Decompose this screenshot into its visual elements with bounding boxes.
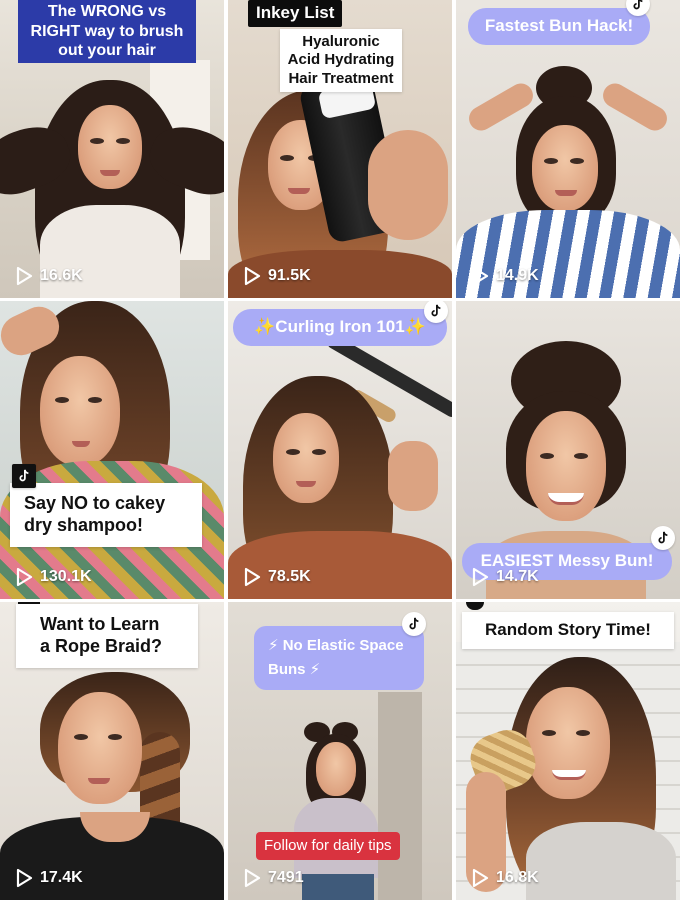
video-tile-8[interactable]: ⚡ No Elastic Space Buns ⚡ Follow for dai…: [228, 602, 452, 900]
video-tile-5[interactable]: ✨Curling Iron 101✨ 78.5K: [228, 301, 452, 599]
video-grid: The WRONG vs RIGHT way to brush out your…: [0, 0, 680, 900]
view-count: 130.1K: [14, 567, 92, 587]
play-icon: [244, 868, 261, 888]
view-count: 16.6K: [14, 266, 83, 286]
play-icon: [16, 868, 33, 888]
video-caption: Inkey List: [248, 0, 343, 27]
video-tile-3[interactable]: Fastest Bun Hack! 14.9K: [456, 0, 680, 298]
video-tile-9[interactable]: Random Story Time! 16.8K: [456, 602, 680, 900]
video-caption: Fastest Bun Hack!: [468, 8, 650, 45]
video-tile-2[interactable]: Inkey List Hyaluronic Acid Hydrating Hai…: [228, 0, 452, 298]
view-count-text: 78.5K: [268, 568, 311, 585]
play-icon: [244, 266, 261, 286]
play-icon: [472, 266, 489, 286]
play-icon: [472, 567, 489, 587]
view-count: 91.5K: [242, 266, 311, 286]
tiktok-logo-icon: [12, 464, 36, 488]
view-count-text: 14.7K: [496, 568, 539, 585]
play-icon: [16, 266, 33, 286]
view-count-text: 130.1K: [40, 568, 92, 585]
view-count-text: 91.5K: [268, 267, 311, 284]
video-tile-6[interactable]: EASIEST Messy Bun! 14.7K: [456, 301, 680, 599]
video-subcaption: Hyaluronic Acid Hydrating Hair Treatment: [280, 29, 402, 92]
tiktok-logo-icon: [651, 526, 675, 550]
play-icon: [244, 567, 261, 587]
view-count-text: 14.9K: [496, 267, 539, 284]
view-count: 14.7K: [470, 567, 539, 587]
video-caption: ⚡ No Elastic Space Buns ⚡: [254, 626, 424, 690]
video-tile-7[interactable]: Want to Learn a Rope Braid? 17.4K: [0, 602, 224, 900]
play-icon: [472, 868, 489, 888]
tiktok-logo-icon: [402, 612, 426, 636]
video-caption: ✨Curling Iron 101✨: [233, 309, 447, 346]
video-caption: Want to Learn a Rope Braid?: [16, 604, 198, 668]
view-count-text: 17.4K: [40, 869, 83, 886]
video-tile-1[interactable]: The WRONG vs RIGHT way to brush out your…: [0, 0, 224, 298]
video-thumbnail: [0, 301, 224, 599]
view-count: 14.9K: [470, 266, 539, 286]
view-count-text: 16.6K: [40, 267, 83, 284]
view-count-text: 7491: [268, 869, 304, 886]
follow-tip-label: Follow for daily tips: [256, 832, 400, 861]
video-tile-4[interactable]: Say NO to cakey dry shampoo! 130.1K: [0, 301, 224, 599]
video-caption: Random Story Time!: [462, 612, 674, 649]
play-icon: [16, 567, 33, 587]
view-count: 78.5K: [242, 567, 311, 587]
view-count: 7491: [242, 868, 304, 888]
video-caption: Say NO to cakey dry shampoo!: [10, 483, 202, 547]
view-count: 17.4K: [14, 868, 83, 888]
video-caption: The WRONG vs RIGHT way to brush out your…: [18, 0, 196, 63]
view-count: 16.8K: [470, 868, 539, 888]
view-count-text: 16.8K: [496, 869, 539, 886]
